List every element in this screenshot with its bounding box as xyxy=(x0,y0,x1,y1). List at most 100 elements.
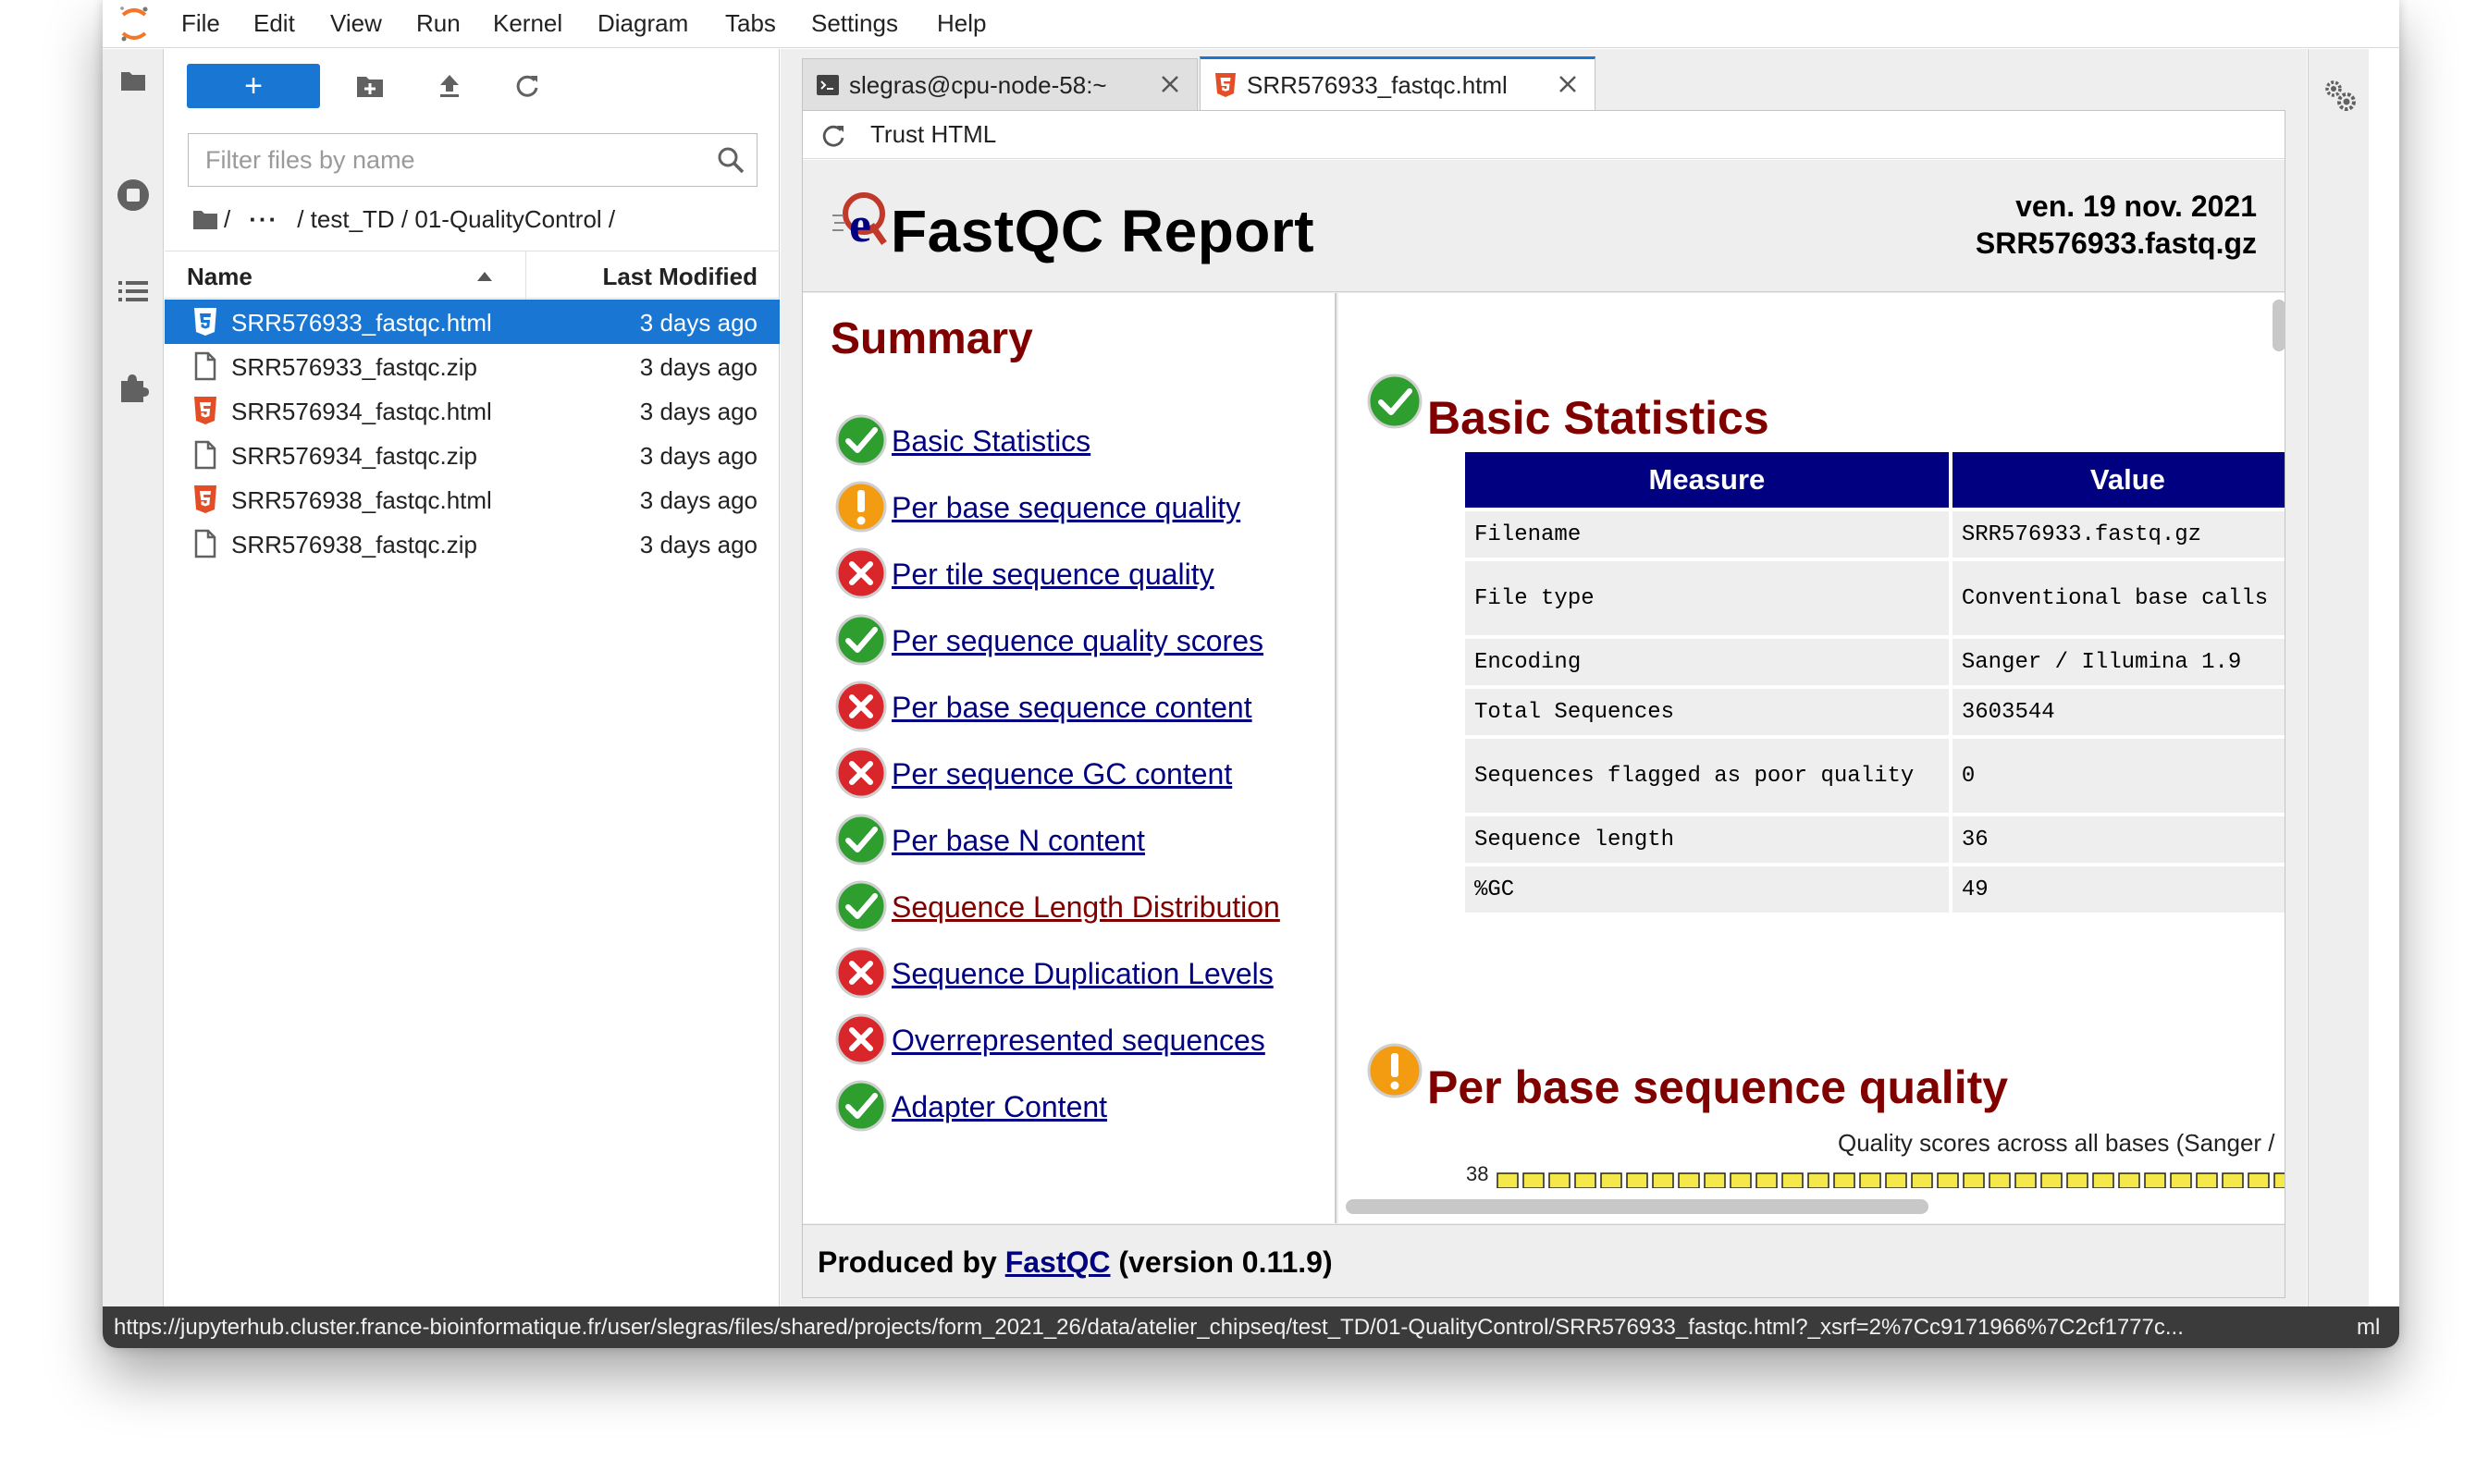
summary-link[interactable]: Per sequence GC content xyxy=(892,757,1232,791)
quality-box xyxy=(1807,1172,1829,1188)
file-modified: 3 days ago xyxy=(639,486,758,514)
menu-edit[interactable]: Edit xyxy=(253,9,295,38)
table-cell: Sequences flagged as poor quality xyxy=(1465,739,1949,813)
link-status-bar: https://jupyterhub.cluster.france-bioinf… xyxy=(103,1306,2399,1348)
trust-html-button[interactable]: Trust HTML xyxy=(870,120,996,149)
hover-url: https://jupyterhub.cluster.france-bioinf… xyxy=(114,1315,2184,1340)
table-cell: SRR576933.fastq.gz xyxy=(1952,511,2285,558)
table-cell: Sequence length xyxy=(1465,816,1949,863)
refresh-icon[interactable] xyxy=(511,69,544,103)
tab-terminal[interactable]: slegras@cpu-node-58:~ xyxy=(802,58,1198,110)
quality-box xyxy=(2118,1172,2140,1188)
summary-link[interactable]: Overrepresented sequences xyxy=(892,1024,1265,1058)
property-inspector-gears-icon[interactable] xyxy=(2322,77,2359,114)
vertical-scrollbar[interactable] xyxy=(2273,300,2285,351)
quality-box xyxy=(1497,1172,1519,1188)
menu-settings[interactable]: Settings xyxy=(811,9,898,38)
quality-box xyxy=(1652,1172,1674,1188)
results-panel: Basic Statistics Measure Value Filename xyxy=(1338,293,2285,1223)
terminal-icon xyxy=(817,75,839,95)
table-row: File type Conventional base calls xyxy=(1465,561,2285,635)
quality-box xyxy=(2196,1172,2218,1188)
file-modified: 3 days ago xyxy=(639,531,758,558)
horizontal-scrollbar[interactable] xyxy=(1346,1199,1928,1214)
upload-icon[interactable] xyxy=(433,69,466,103)
close-icon[interactable] xyxy=(1556,72,1580,96)
close-icon[interactable] xyxy=(1158,72,1182,96)
breadcrumb-home-folder-icon[interactable] xyxy=(192,208,218,230)
breadcrumb-ellipsis[interactable]: ··· xyxy=(249,205,278,234)
basic-statistics-heading: Basic Statistics xyxy=(1427,392,1769,444)
file-row[interactable]: SRR576933_fastqc.zip 3 days ago xyxy=(165,344,780,388)
table-cell: 49 xyxy=(1952,866,2285,913)
report-footer: Produced by FastQC (version 0.11.9) xyxy=(803,1224,2285,1297)
menu-view[interactable]: View xyxy=(330,9,382,38)
quality-box xyxy=(1678,1172,1700,1188)
file-row[interactable]: SRR576934_fastqc.zip 3 days ago xyxy=(165,433,780,477)
html5-file-icon xyxy=(194,308,216,336)
file-row[interactable]: SRR576938_fastqc.zip 3 days ago xyxy=(165,521,780,566)
menu-file[interactable]: File xyxy=(181,9,220,38)
column-modified-header[interactable]: Last Modified xyxy=(602,263,758,291)
menu-bar: File Edit View Run Kernel Diagram Tabs S… xyxy=(103,0,2399,48)
breadcrumb-path[interactable]: / test_TD / 01-QualityControl / xyxy=(297,205,615,234)
table-cell: 0 xyxy=(1952,739,2285,813)
menu-diagram[interactable]: Diagram xyxy=(597,9,688,38)
file-row[interactable]: SRR576933_fastqc.html 3 days ago xyxy=(165,300,780,344)
file-filter-field xyxy=(188,133,758,187)
quality-box xyxy=(1574,1172,1596,1188)
quality-chart-ytick: 38 xyxy=(1466,1162,1489,1185)
pass-icon xyxy=(835,880,887,932)
pass-icon xyxy=(835,614,887,666)
table-of-contents-icon[interactable] xyxy=(115,273,152,310)
warning-icon xyxy=(1367,1043,1423,1098)
table-cell: Encoding xyxy=(1465,639,1949,685)
menu-kernel[interactable]: Kernel xyxy=(493,9,562,38)
summary-link[interactable]: Sequence Duplication Levels xyxy=(892,957,1274,991)
table-row: %GC 49 xyxy=(1465,866,2285,913)
quality-box xyxy=(2092,1172,2114,1188)
table-row: Encoding Sanger / Illumina 1.9 xyxy=(1465,639,2285,685)
quality-box xyxy=(2014,1172,2037,1188)
summary-link[interactable]: Per sequence quality scores xyxy=(892,624,1263,658)
quality-box xyxy=(1522,1172,1545,1188)
fail-icon xyxy=(835,681,887,732)
summary-link[interactable]: Per base sequence quality xyxy=(892,491,1240,525)
summary-link[interactable]: Per base sequence content xyxy=(892,691,1252,725)
quality-box xyxy=(2273,1172,2285,1188)
summary-link[interactable]: Sequence Length Distribution xyxy=(892,890,1280,925)
footer-suffix: (version 0.11.9) xyxy=(1110,1245,1333,1279)
column-divider[interactable] xyxy=(525,251,526,300)
tab-fastqc-html[interactable]: SRR576933_fastqc.html xyxy=(1200,56,1595,110)
quality-box xyxy=(2170,1172,2192,1188)
quality-box xyxy=(1781,1172,1804,1188)
file-row[interactable]: SRR576938_fastqc.html 3 days ago xyxy=(165,477,780,521)
table-row: Sequences flagged as poor quality 0 xyxy=(1465,739,2285,813)
menu-run[interactable]: Run xyxy=(416,9,461,38)
main-dock-area: slegras@cpu-node-58:~ SRR576933_fastqc.h… xyxy=(781,49,2307,1306)
table-row: Filename SRR576933.fastq.gz xyxy=(1465,511,2285,558)
file-icon xyxy=(194,351,216,381)
column-name-header[interactable]: Name xyxy=(187,263,253,291)
file-row[interactable]: SRR576934_fastqc.html 3 days ago xyxy=(165,388,780,433)
new-folder-icon[interactable] xyxy=(353,69,387,103)
menu-help[interactable]: Help xyxy=(937,9,986,38)
fastqc-link[interactable]: FastQC xyxy=(1005,1245,1111,1279)
summary-link[interactable]: Per tile sequence quality xyxy=(892,558,1214,592)
left-activity-bar xyxy=(103,49,164,1306)
jupyter-logo-icon[interactable] xyxy=(117,4,151,44)
summary-link[interactable]: Adapter Content xyxy=(892,1090,1107,1124)
filter-files-input[interactable] xyxy=(189,134,707,186)
folder-icon[interactable] xyxy=(115,62,152,99)
summary-link[interactable]: Basic Statistics xyxy=(892,424,1090,459)
quality-box xyxy=(1885,1172,1907,1188)
extensions-puzzle-icon[interactable] xyxy=(115,369,152,406)
summary-link[interactable]: Per base N content xyxy=(892,824,1145,858)
menu-tabs[interactable]: Tabs xyxy=(725,9,776,38)
tab-label: slegras@cpu-node-58:~ xyxy=(849,71,1107,99)
running-sessions-icon[interactable] xyxy=(115,177,152,214)
new-launcher-button[interactable]: + xyxy=(187,64,320,108)
reload-icon[interactable] xyxy=(819,122,847,150)
breadcrumb-root[interactable]: / xyxy=(224,205,230,234)
table-row: Sequence length 36 xyxy=(1465,816,2285,863)
